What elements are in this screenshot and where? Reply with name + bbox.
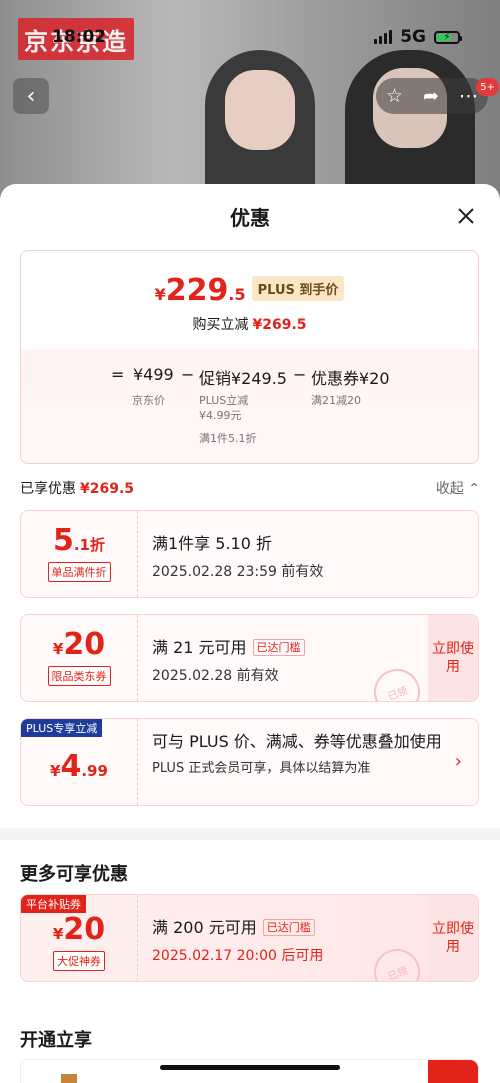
signal-icon [374,30,393,44]
section-title-more: 更多可享优惠 [20,864,128,885]
reduce-amount: ¥269.5 [252,317,307,333]
discount-sheet: 优惠 ¥229.5 PLUS 到手价 购买立减 ¥269.5 = ¥499 − 促… [0,184,500,1083]
base-label: 京东价 [132,394,165,407]
promo-amount: 促销¥249.5 [199,369,287,388]
more-icon[interactable]: ⋯ [459,85,478,107]
price-formula: = ¥499 − 促销¥249.5 − 优惠券¥20 京东价 PLUS立减 ¥4… [21,349,478,463]
open-button[interactable] [428,1060,478,1083]
coupon-title: 满 21 元可用 [152,638,247,657]
reduce-label: 购买立减 [192,317,249,333]
use-now-button[interactable]: 立即使用 [428,615,478,701]
membership-card[interactable] [20,1059,479,1083]
coupon-deduct: 优惠券¥20 [311,369,390,388]
collapse-button[interactable]: 收起 ⌃ [436,478,480,498]
threshold-badge: 已达门槛 [262,919,315,936]
nav-actions: ☆ ➦ ⋯ [376,78,488,114]
message-badge: 5+ [476,78,499,96]
status-time: 18:02 [52,27,107,47]
discount-coupon[interactable]: 5.1折 单品满件折 满1件享 5.10 折 2025.02.28 23:59 … [20,510,479,598]
home-indicator [160,1065,340,1070]
plus-corner-tag: PLUS专享立减 [21,719,103,737]
back-button[interactable]: ‹ [13,78,49,114]
coupon-title: 满1件享 5.10 折 [152,534,272,553]
coupon-title: 可与 PLUS 价、满减、券等优惠叠加使用 [152,732,442,751]
threshold-badge: 已达门槛 [252,639,305,656]
use-now-button[interactable]: 立即使用 [428,895,478,981]
status-bar: 18:02 5G ⚡ [0,22,500,52]
plus-price-tag: PLUS 到手价 [251,276,345,301]
network-label: 5G [400,27,426,47]
section-title-open: 开通立享 [20,1030,92,1051]
sheet-title: 优惠 [230,205,270,230]
platform-coupon: 平台补贴券 ¥20 大促神券 满 200 元可用 已达门槛 2025.02.17 … [20,894,479,982]
back-icon: ‹ [26,83,36,109]
base-price: ¥499 [133,365,174,384]
gold-icon [61,1074,77,1083]
coupon-tag: 大促神券 [53,951,105,971]
share-icon[interactable]: ➦ [423,85,439,107]
coupon-title: 满 200 元可用 [152,918,257,937]
plus-discount[interactable]: PLUS专享立减 ¥4.99 可与 PLUS 价、满减、券等优惠叠加使用 PLU… [20,718,479,806]
battery-icon: ⚡ [434,30,462,44]
chevron-right-icon: › [454,751,462,772]
coupon-validity: 2025.02.28 23:59 前有效 [152,564,324,580]
coupon-tag: 限品类东券 [47,666,111,686]
price-summary-card: ¥229.5 PLUS 到手价 购买立减 ¥269.5 = ¥499 − 促销¥2… [20,250,479,464]
star-icon[interactable]: ☆ [386,85,403,107]
coupon-note: PLUS 正式会员可享，具体以结算为准 [152,761,371,776]
model-figure [345,50,475,200]
chevron-up-icon: ⌃ [468,481,480,497]
coupon-tag: 单品满件折 [47,562,111,582]
enjoyed-amount: ¥269.5 [80,481,135,497]
category-coupon: ¥20 限品类东券 满 21 元可用 已达门槛 2025.02.28 前有效 已领… [20,614,479,702]
final-price: ¥229.5 [154,273,246,308]
model-figure [205,50,315,200]
enjoyed-label: 已享优惠 [20,481,76,497]
close-icon[interactable] [454,204,478,228]
platform-corner-tag: 平台补贴券 [21,895,86,913]
